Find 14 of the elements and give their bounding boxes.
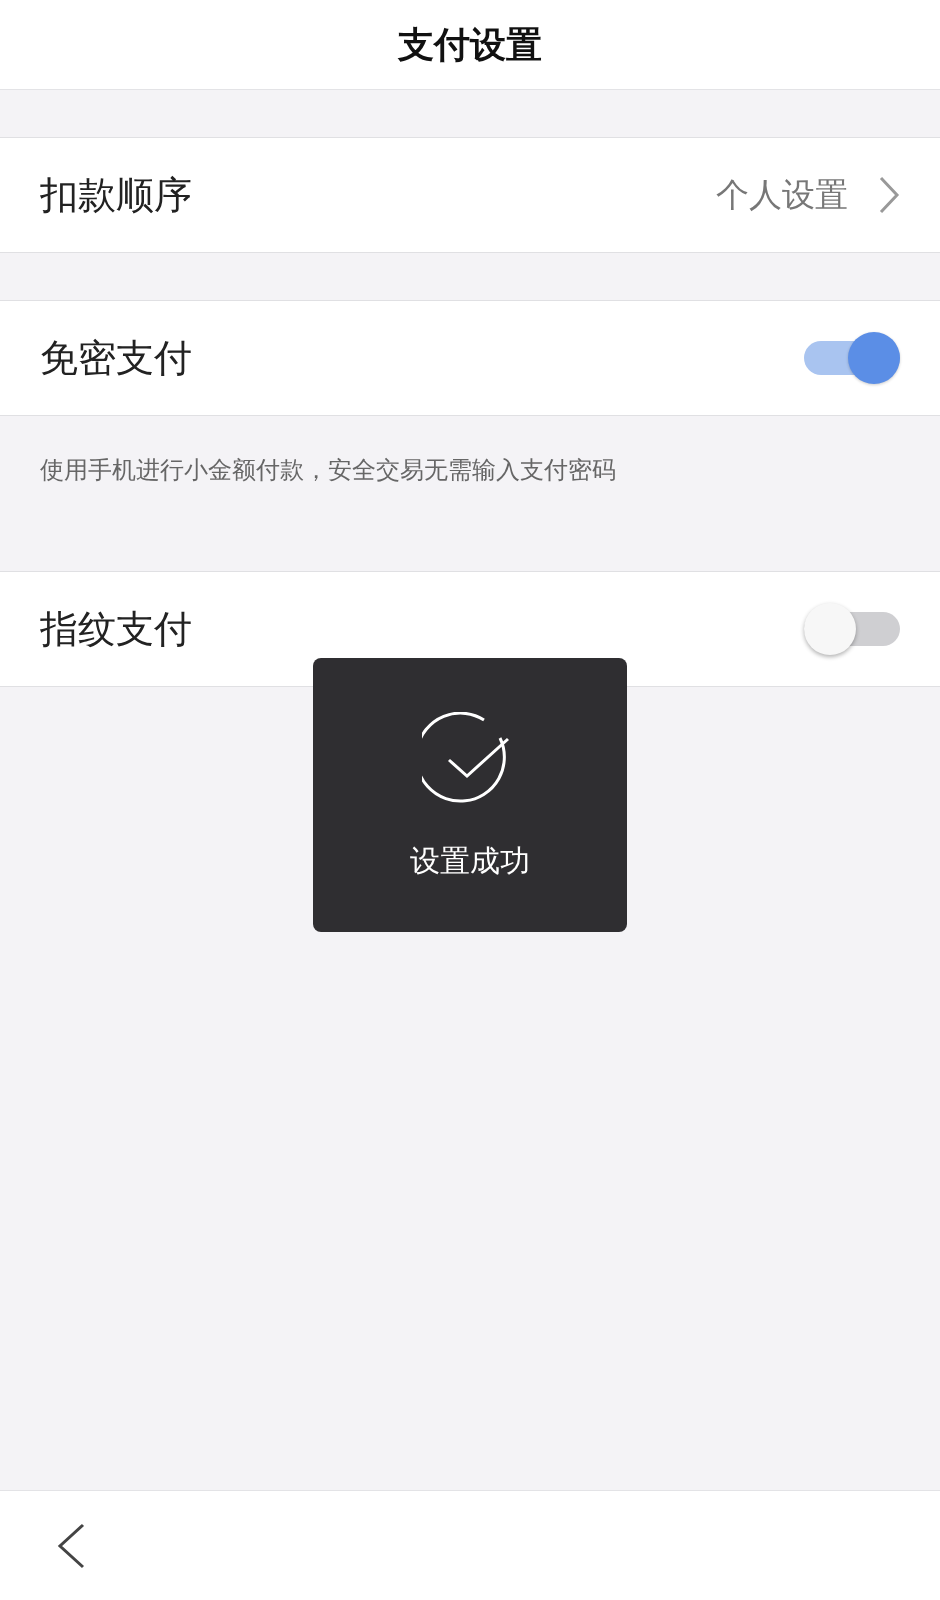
- row-value: 个人设置: [716, 174, 848, 217]
- chevron-icon: [878, 176, 900, 214]
- hint-text: 使用手机进行小金额付款，安全交易无需输入支付密码: [40, 455, 616, 486]
- toggle-switch[interactable]: [804, 603, 900, 655]
- settings-row[interactable]: 指纹支付: [0, 571, 940, 687]
- toggle-switch[interactable]: [804, 332, 900, 384]
- toast-message: 设置成功: [410, 842, 530, 880]
- settings-row[interactable]: 免密支付: [0, 300, 940, 416]
- settings-row[interactable]: 扣款顺序 个人设置: [0, 137, 940, 253]
- row-label: 免密支付: [40, 334, 192, 382]
- row-label: 指纹支付: [40, 605, 192, 653]
- back-icon[interactable]: [56, 1522, 86, 1569]
- row-label: 扣款顺序: [40, 171, 192, 219]
- page-title: 支付设置: [398, 22, 542, 67]
